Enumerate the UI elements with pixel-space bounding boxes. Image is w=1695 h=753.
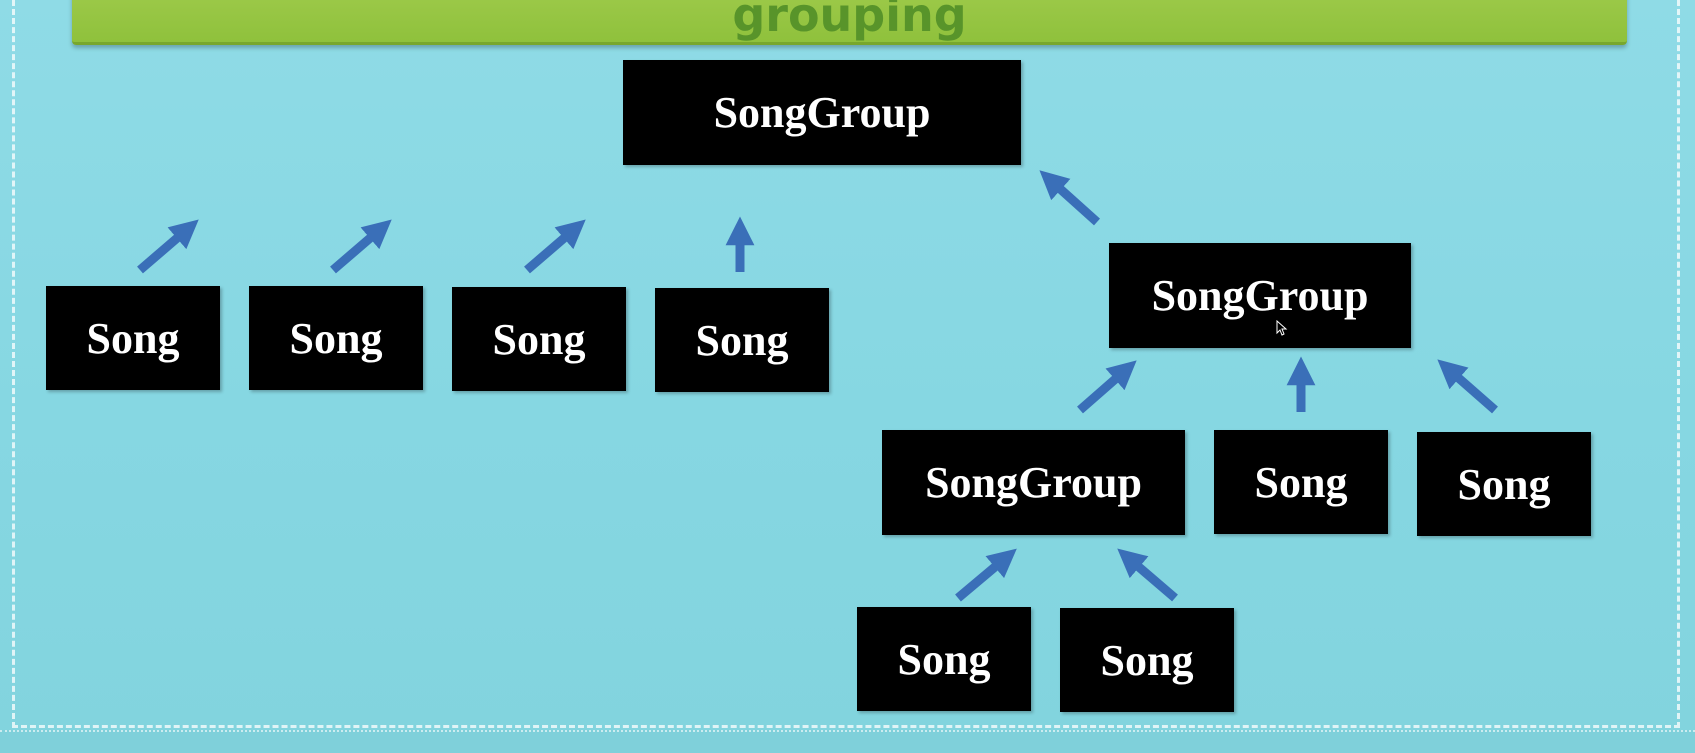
song-node-7: Song	[857, 607, 1031, 711]
arrow-group3-to-group2	[1077, 360, 1137, 414]
songgroup-node-3: SongGroup	[882, 430, 1185, 535]
mouse-cursor-icon	[1276, 320, 1288, 336]
arrow-group2-to-root	[1039, 170, 1101, 226]
song-node-5: Song	[1214, 430, 1388, 534]
arrow-song2-to-root	[330, 219, 392, 274]
arrow-song3-to-root	[524, 219, 586, 274]
song-node-2: Song	[249, 286, 423, 390]
arrow-song9-to-group3	[1117, 548, 1178, 602]
song-node-8: Song	[1060, 608, 1234, 712]
arrow-song7-to-group2	[1437, 359, 1498, 414]
arrow-song1-to-root	[137, 219, 199, 274]
songgroup-node-2: SongGroup	[1109, 243, 1411, 348]
slide: grouping SongGroup Song Song Song Song S…	[0, 0, 1695, 753]
song-node-4: Song	[655, 288, 829, 392]
song-node-3: Song	[452, 287, 626, 391]
song-node-6: Song	[1417, 432, 1591, 536]
arrow-song8-to-group3	[955, 548, 1017, 602]
song-node-1: Song	[46, 286, 220, 390]
songgroup-root-node: SongGroup	[623, 60, 1021, 165]
